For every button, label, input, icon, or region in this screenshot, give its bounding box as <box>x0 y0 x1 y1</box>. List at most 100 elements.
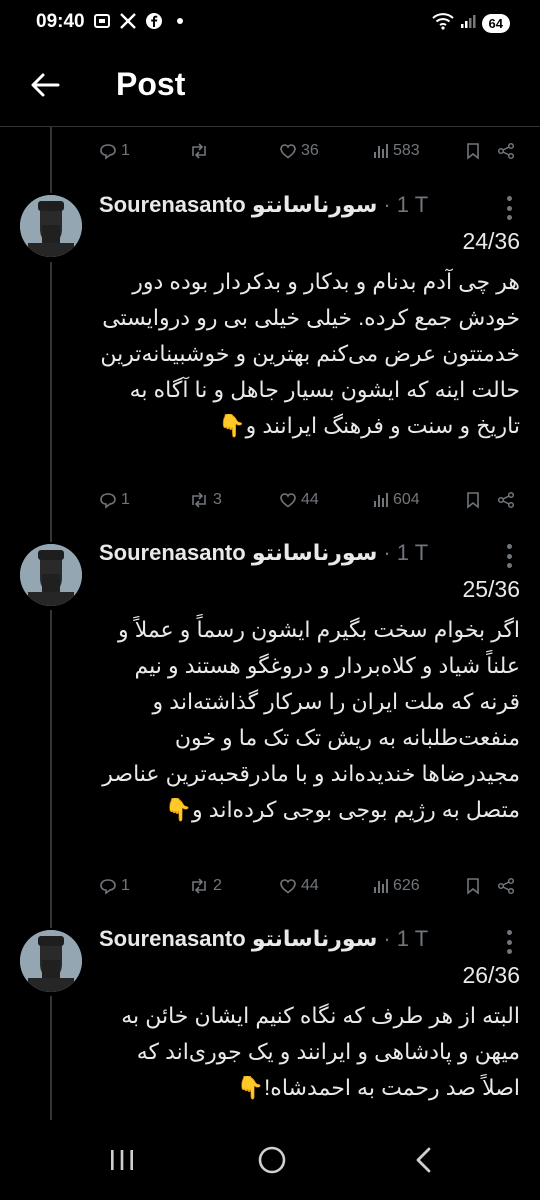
thread-counter: 24/36 <box>462 228 520 254</box>
like-icon <box>280 493 296 508</box>
timestamp: · 1 T <box>383 192 429 217</box>
views-button[interactable]: 583 <box>373 142 420 160</box>
tweet-text: اگر بخوام سخت بگیرم ایشون رسماً و عملاً … <box>102 617 520 822</box>
top-app-bar: Post <box>0 46 540 127</box>
avatar[interactable] <box>20 930 82 992</box>
display-name[interactable]: Sourenasanto سورناسانتو <box>99 540 377 566</box>
bookmark-icon <box>467 492 479 509</box>
reply-count: 1 <box>121 142 130 159</box>
repost-icon <box>192 143 206 159</box>
repost-count: 3 <box>213 491 222 508</box>
display-name[interactable]: Sourenasanto سورناسانتو <box>99 926 377 952</box>
bookmark-button[interactable] <box>465 142 481 160</box>
repost-count: 2 <box>213 877 222 894</box>
views-icon <box>374 144 388 158</box>
more-icon <box>506 930 512 935</box>
like-count: 44 <box>301 491 319 508</box>
repost-icon <box>192 878 206 894</box>
reply-icon <box>100 879 116 895</box>
display-name[interactable]: Sourenasanto سورناسانتو <box>99 192 377 218</box>
screenshot-icon <box>92 11 112 31</box>
share-button[interactable] <box>497 877 515 895</box>
tweet-text: البته از هر طرف که نگاه کنیم ایشان خائن … <box>121 1003 520 1100</box>
back-nav-button[interactable] <box>404 1142 444 1178</box>
reply-count: 1 <box>121 877 130 894</box>
views-count: 604 <box>393 491 420 508</box>
status-time: 09:40 <box>36 11 85 32</box>
tweet-text: هر چی آدم بدنام و بدکار و بدکردار بوده د… <box>100 269 520 438</box>
views-button[interactable]: 604 <box>373 491 420 509</box>
more-button[interactable] <box>506 196 512 220</box>
views-count: 626 <box>393 877 420 894</box>
share-icon <box>497 491 515 509</box>
timestamp: · 1 T <box>383 540 429 565</box>
bookmark-icon <box>467 143 479 160</box>
tweet[interactable]: Sourenasanto سورناسانتو · 1 T 24/36 هر چ… <box>0 192 540 492</box>
reply-count: 1 <box>121 491 130 508</box>
timestamp: · 1 T <box>383 926 429 951</box>
chevron-left-icon <box>416 1147 431 1173</box>
tweet-header: Sourenasanto سورناسانتو · 1 T <box>99 192 470 218</box>
back-button[interactable] <box>28 68 62 102</box>
reply-button[interactable]: 1 <box>99 142 130 160</box>
thread-counter: 26/36 <box>462 962 520 988</box>
tweet-header: Sourenasanto سورناسانتو · 1 T <box>99 540 470 566</box>
views-button[interactable]: 626 <box>373 877 420 895</box>
recents-button[interactable] <box>102 1142 142 1178</box>
like-button[interactable]: 44 <box>279 491 319 509</box>
repost-button[interactable]: 2 <box>189 877 222 895</box>
more-button[interactable] <box>506 544 512 568</box>
bookmark-button[interactable] <box>465 491 481 509</box>
more-icon <box>506 196 512 201</box>
tweet-header: Sourenasanto سورناسانتو · 1 T <box>99 926 470 952</box>
like-count: 44 <box>301 877 319 894</box>
notification-icons <box>92 11 190 31</box>
action-row: 1 2 44 626 <box>99 877 519 901</box>
page-title: Post <box>116 66 186 102</box>
dot-icon <box>170 11 190 31</box>
repost-button[interactable] <box>189 142 213 160</box>
recents-icon <box>111 1150 133 1170</box>
signal-icon <box>460 13 476 34</box>
thread-counter: 25/36 <box>462 576 520 602</box>
like-button[interactable]: 36 <box>279 142 319 160</box>
more-button[interactable] <box>506 930 512 954</box>
bookmark-button[interactable] <box>465 877 481 895</box>
like-icon <box>280 144 296 159</box>
share-icon <box>497 877 515 895</box>
more-icon <box>506 544 512 549</box>
status-right: 64 <box>431 12 510 35</box>
views-icon <box>374 879 388 893</box>
like-count: 36 <box>301 142 319 159</box>
system-nav-bar <box>0 1120 540 1200</box>
home-button[interactable] <box>252 1142 292 1178</box>
action-row: 1 36 583 <box>99 142 519 166</box>
reply-button[interactable]: 1 <box>99 877 130 895</box>
facebook-icon <box>144 11 164 31</box>
thread-line <box>50 127 52 193</box>
bookmark-icon <box>467 878 479 895</box>
share-icon <box>497 142 515 160</box>
status-bar: 09:40 64 <box>0 0 540 46</box>
like-icon <box>280 879 296 894</box>
action-row: 1 3 44 604 <box>99 491 519 515</box>
back-arrow-icon <box>31 73 60 97</box>
reply-button[interactable]: 1 <box>99 491 130 509</box>
tweet[interactable]: Sourenasanto سورناسانتو · 1 T 25/36 اگر … <box>0 540 540 870</box>
tweet[interactable]: Sourenasanto سورناسانتو · 1 T 26/36 البت… <box>0 926 540 1120</box>
like-button[interactable]: 44 <box>279 877 319 895</box>
repost-button[interactable]: 3 <box>189 491 222 509</box>
views-count: 583 <box>393 142 420 159</box>
reply-icon <box>100 144 116 160</box>
x-app-icon <box>118 11 138 31</box>
views-icon <box>374 493 388 507</box>
home-icon <box>258 1146 286 1174</box>
battery-indicator: 64 <box>481 14 510 33</box>
wifi-icon <box>431 12 454 35</box>
avatar[interactable] <box>20 544 82 606</box>
share-button[interactable] <box>497 491 515 509</box>
reply-icon <box>100 493 116 509</box>
repost-icon <box>192 492 206 508</box>
avatar[interactable] <box>20 195 82 257</box>
share-button[interactable] <box>497 142 515 160</box>
